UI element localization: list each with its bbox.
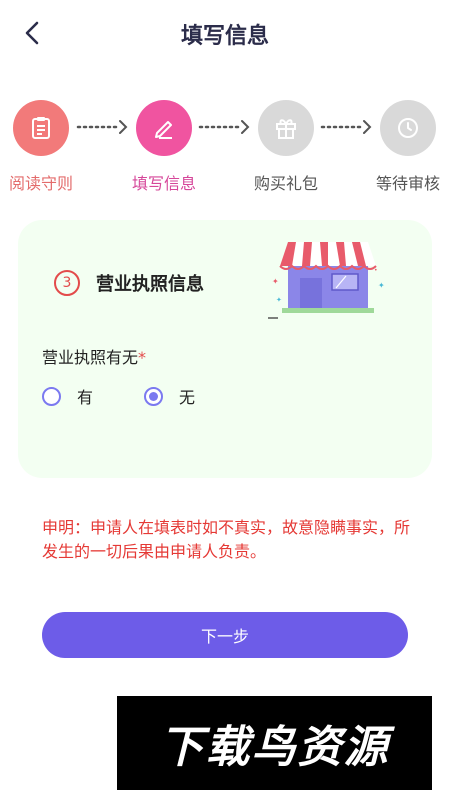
section-title: 营业执照信息	[96, 274, 204, 295]
step-circle	[136, 100, 192, 156]
step-read-rules: 阅读守则	[0, 98, 96, 194]
license-info-card: 3 营业执照信息 ✦ ✦ ✦ • 营业执照有无* 有 无	[18, 220, 432, 478]
license-field-label: 营业执照有无*	[42, 344, 146, 368]
radio-option-no[interactable]: 无	[144, 384, 195, 408]
gift-icon	[276, 119, 296, 139]
next-button[interactable]: 下一步	[42, 612, 408, 658]
pen-icon	[155, 121, 172, 139]
radio-label: 有	[77, 388, 94, 407]
app-screen: 填写信息 阅读守则 填写信息 购买礼包 等待审核 3 营业执照信息 ✦ ✦ ✦ …	[0, 0, 450, 800]
required-mark: *	[138, 348, 147, 367]
radio-checked-icon	[144, 386, 163, 406]
radio-option-yes[interactable]: 有	[42, 384, 93, 408]
page-title: 填写信息	[180, 24, 269, 49]
step-label: 等待审核	[375, 174, 440, 193]
step-label: 购买礼包	[253, 174, 318, 193]
progress-steps: 阅读守则 填写信息 购买礼包 等待审核	[0, 98, 450, 198]
section-header: 3 营业执照信息	[54, 270, 204, 296]
svg-text:✦: ✦	[272, 277, 279, 286]
section-number: 3	[54, 270, 80, 296]
watermark-text: 下载鸟资源	[159, 722, 390, 773]
clipboard-icon	[32, 117, 50, 139]
svg-text:•: •	[374, 267, 378, 274]
step-await-review: 等待审核	[353, 98, 450, 194]
svg-text:✦: ✦	[378, 281, 385, 290]
license-radio-group: 有 无	[42, 384, 402, 410]
license-field-label-text: 营业执照有无	[42, 348, 139, 367]
radio-label: 无	[179, 388, 196, 407]
svg-text:✦: ✦	[276, 296, 282, 304]
watermark-banner: 下载鸟资源	[117, 696, 432, 790]
step-circle	[258, 100, 314, 156]
disclaimer-text: 申明：申请人在填表时如不真实，故意隐瞒事实，所发生的一切后果由申请人负责。	[42, 518, 411, 561]
step-buy-package: 购买礼包	[231, 98, 341, 194]
step-circle	[13, 100, 69, 156]
header: 填写信息	[0, 0, 450, 70]
step-label: 填写信息	[131, 174, 196, 193]
clock-icon	[398, 118, 418, 138]
shop-storefront-icon: ✦ ✦ ✦ •	[268, 242, 385, 319]
step-circle	[380, 100, 436, 156]
step-fill-info: 填写信息	[109, 98, 219, 194]
step-label: 阅读守则	[8, 174, 73, 193]
radio-unchecked-icon	[42, 386, 61, 406]
